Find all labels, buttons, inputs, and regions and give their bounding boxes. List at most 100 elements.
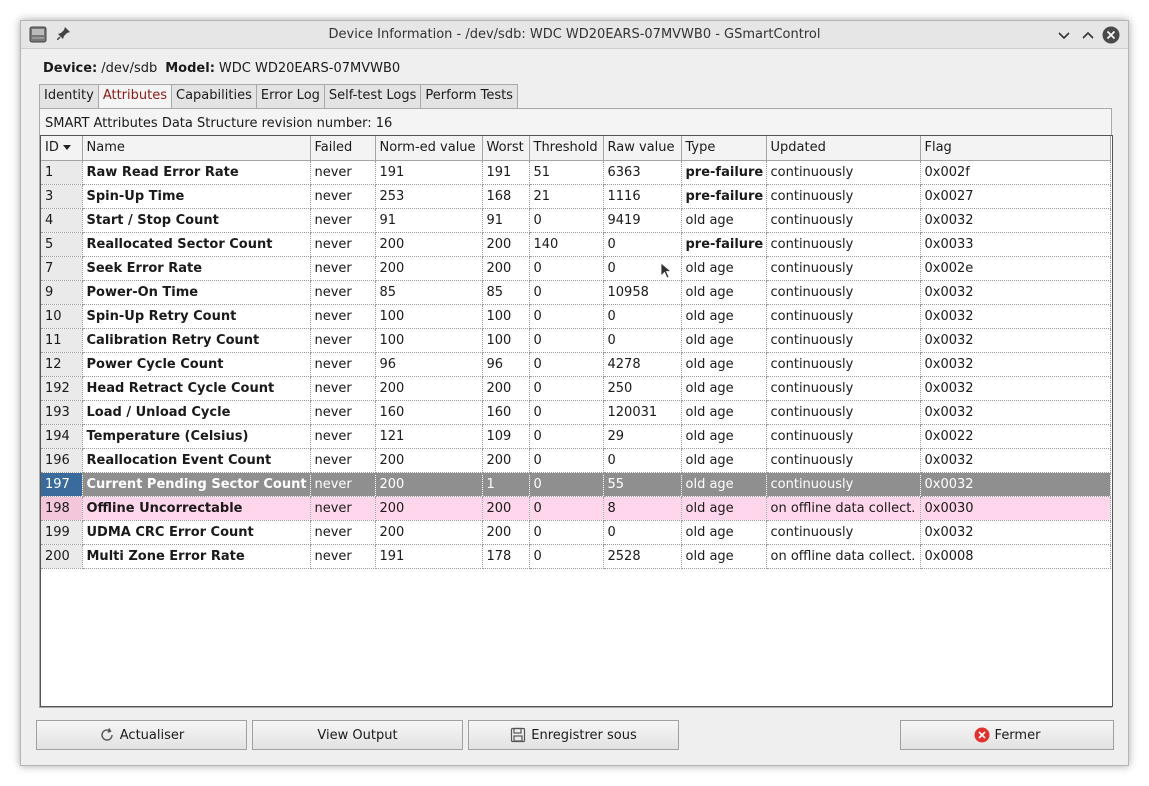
table-row[interactable]: 11 Calibration Retry Count never 100 100 0 0 ol… — [41, 328, 1111, 353]
table-row[interactable]: 9 Power-On Time never 85 85 0 10958 old age cont… — [41, 280, 1111, 305]
cell-worst: 200 — [482, 232, 530, 257]
save-as-button[interactable]: Enregistrer sous — [468, 720, 679, 750]
cell-raw: 8 — [603, 496, 682, 521]
cell-threshold: 0 — [529, 448, 604, 473]
cell-raw: 55 — [603, 472, 682, 497]
cell-updated: on offline data collect. — [766, 496, 921, 521]
close-button[interactable]: Fermer — [900, 720, 1114, 750]
cell-flag: 0x002e — [920, 256, 1111, 281]
cell-raw: 2528 — [603, 544, 682, 569]
table-row[interactable]: 193 Load / Unload Cycle never 160 160 0 120031… — [41, 400, 1111, 425]
cell-type: old age — [681, 520, 767, 545]
cell-updated: continuously — [766, 184, 921, 209]
close-circle-icon[interactable] — [1102, 26, 1120, 44]
cell-flag: 0x0027 — [920, 184, 1111, 209]
cell-updated: continuously — [766, 160, 921, 185]
cell-worst: 168 — [482, 184, 530, 209]
tab-capabilities[interactable]: Capabilities — [171, 84, 257, 108]
cell-flag: 0x0030 — [920, 496, 1111, 521]
tab-bar: Identity Attributes Capabilities Error L… — [39, 84, 518, 109]
table-row[interactable]: 196 Reallocation Event Count never 200 200 0 0… — [41, 448, 1111, 473]
table-row[interactable]: 7 Seek Error Rate never 200 200 0 0 old age cont… — [41, 256, 1111, 281]
table-row[interactable]: 199 UDMA CRC Error Count never 200 200 0 0 old … — [41, 520, 1111, 545]
cell-updated: continuously — [766, 232, 921, 257]
cell-threshold: 0 — [529, 256, 604, 281]
table-row[interactable]: 198 Offline Uncorrectable never 200 200 0 8 old… — [41, 496, 1111, 521]
cell-raw: 4278 — [603, 352, 682, 377]
cell-threshold: 21 — [529, 184, 604, 209]
cell-name: Offline Uncorrectable — [82, 496, 311, 521]
cell-name: Multi Zone Error Rate — [82, 544, 311, 569]
cell-norm: 200 — [375, 496, 483, 521]
column-header-id[interactable]: ID — [41, 136, 83, 161]
cell-failed: never — [310, 304, 376, 329]
minimize-chevron-icon[interactable] — [1055, 26, 1073, 44]
cell-failed: never — [310, 544, 376, 569]
cell-flag: 0x0032 — [920, 352, 1111, 377]
cell-updated: continuously — [766, 352, 921, 377]
tab-attributes[interactable]: Attributes — [97, 84, 173, 109]
column-header-raw-value[interactable]: Raw value — [603, 136, 682, 161]
table-row[interactable]: 12 Power Cycle Count never 96 96 0 4278 old age… — [41, 352, 1111, 377]
cell-raw: 0 — [603, 304, 682, 329]
cell-norm: 200 — [375, 448, 483, 473]
cell-updated: continuously — [766, 424, 921, 449]
tab-self-test-logs[interactable]: Self-test Logs — [323, 84, 422, 108]
cell-norm: 200 — [375, 232, 483, 257]
column-header-failed[interactable]: Failed — [310, 136, 376, 161]
table-row[interactable]: 4 Start / Stop Count never 91 91 0 9419 old age… — [41, 208, 1111, 233]
column-header-worst[interactable]: Worst — [482, 136, 530, 161]
cell-id: 198 — [41, 496, 83, 521]
table-row[interactable]: 5 Reallocated Sector Count never 200 200 140 0… — [41, 232, 1111, 257]
attributes-table-frame[interactable]: ID Name Failed Norm-ed value Worst Threshold R… — [40, 135, 1113, 707]
cell-failed: never — [310, 424, 376, 449]
cell-type: old age — [681, 328, 767, 353]
cell-raw: 6363 — [603, 160, 682, 185]
save-as-label: Enregistrer sous — [531, 727, 637, 743]
cell-updated: continuously — [766, 472, 921, 497]
cell-name: Power-On Time — [82, 280, 311, 305]
column-header-type[interactable]: Type — [681, 136, 767, 161]
cell-id: 197 — [41, 472, 83, 497]
cell-id: 4 — [41, 208, 83, 233]
cell-failed: never — [310, 232, 376, 257]
cell-id: 1 — [41, 160, 83, 185]
tab-error-log[interactable]: Error Log — [255, 84, 325, 108]
title-bar[interactable]: Device Information - /dev/sdb: WDC WD20E… — [21, 21, 1128, 49]
column-header-norm-ed-value[interactable]: Norm-ed value — [375, 136, 483, 161]
view-output-button[interactable]: View Output — [252, 720, 463, 750]
column-header-threshold[interactable]: Threshold — [529, 136, 604, 161]
tab-perform-tests[interactable]: Perform Tests — [420, 84, 518, 108]
cell-type: pre-failure — [681, 160, 767, 185]
cell-failed: never — [310, 184, 376, 209]
cell-failed: never — [310, 256, 376, 281]
table-row[interactable]: 194 Temperature (Celsius) never 121 109 0 29 ol… — [41, 424, 1111, 449]
maximize-chevron-icon[interactable] — [1079, 26, 1097, 44]
table-row[interactable]: 197 Current Pending Sector Count never 200 1… — [41, 472, 1111, 497]
cell-raw: 9419 — [603, 208, 682, 233]
column-header-name[interactable]: Name — [82, 136, 311, 161]
table-row[interactable]: 10 Spin-Up Retry Count never 100 100 0 0 old ag… — [41, 304, 1111, 329]
cell-norm: 200 — [375, 376, 483, 401]
cell-type: old age — [681, 304, 767, 329]
column-header-updated[interactable]: Updated — [766, 136, 921, 161]
tab-identity[interactable]: Identity — [39, 84, 99, 108]
cell-threshold: 0 — [529, 472, 604, 497]
sort-descending-icon — [62, 145, 71, 151]
table-row[interactable]: 1 Raw Read Error Rate never 191 191 51 6363 pre… — [41, 160, 1111, 185]
table-header-row: ID Name Failed Norm-ed value Worst Threshold R… — [41, 136, 1111, 161]
refresh-button[interactable]: Actualiser — [36, 720, 247, 750]
cell-norm: 253 — [375, 184, 483, 209]
table-row[interactable]: 192 Head Retract Cycle Count never 200 200 0 2… — [41, 376, 1111, 401]
table-row[interactable]: 3 Spin-Up Time never 253 168 21 1116 pre-failur… — [41, 184, 1111, 209]
column-header-flag[interactable]: Flag — [920, 136, 1111, 161]
cell-flag: 0x0032 — [920, 376, 1111, 401]
cell-worst: 85 — [482, 280, 530, 305]
cell-flag: 0x0008 — [920, 544, 1111, 569]
cell-failed: never — [310, 520, 376, 545]
cell-worst: 200 — [482, 448, 530, 473]
table-row[interactable]: 200 Multi Zone Error Rate never 191 178 0 2528… — [41, 544, 1111, 569]
cell-threshold: 0 — [529, 208, 604, 233]
cell-updated: continuously — [766, 376, 921, 401]
cell-updated: continuously — [766, 256, 921, 281]
